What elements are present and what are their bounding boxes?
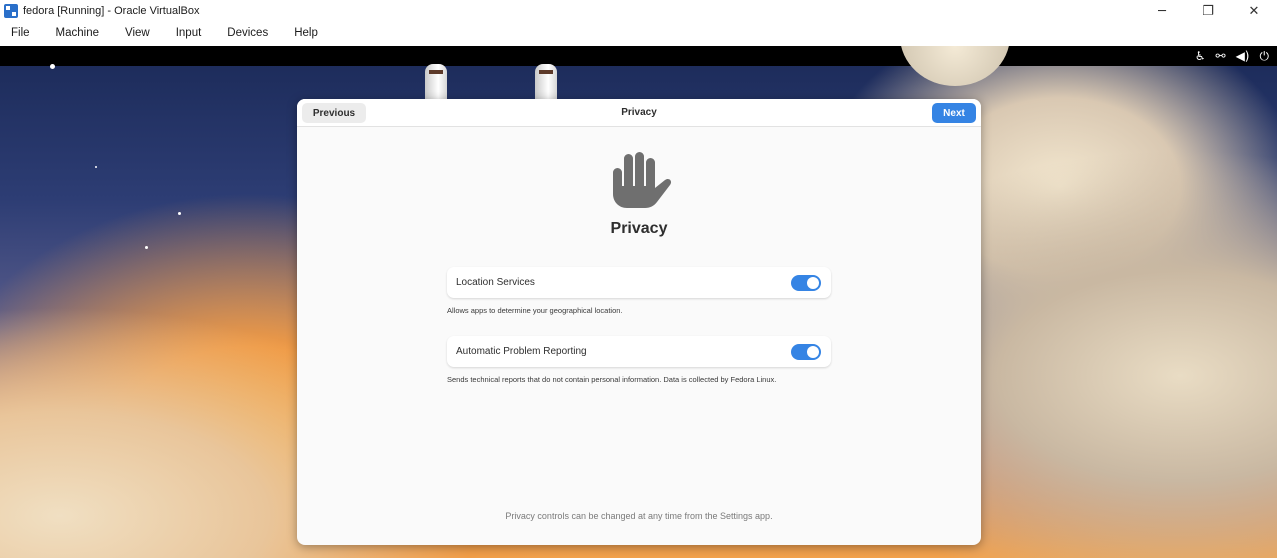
location-services-description: Allows apps to determine your geographic… [447, 306, 623, 315]
menu-file[interactable]: File [11, 27, 30, 39]
menu-devices[interactable]: Devices [227, 27, 268, 39]
wallpaper-star [178, 212, 181, 215]
menu-bar: File Machine View Input Devices Help [0, 22, 1277, 44]
problem-reporting-toggle[interactable] [791, 344, 821, 360]
window-titlebar: fedora [Running] - Oracle VirtualBox ─ ❐… [0, 0, 1277, 22]
menu-help[interactable]: Help [294, 27, 318, 39]
restore-button[interactable]: ❐ [1185, 0, 1231, 22]
menu-machine[interactable]: Machine [56, 27, 99, 39]
accessibility-icon[interactable]: ♿ [1195, 46, 1206, 66]
close-button[interactable]: ✕ [1231, 0, 1277, 22]
footer-note: Privacy controls can be changed at any t… [505, 511, 773, 521]
problem-reporting-description: Sends technical reports that do not cont… [447, 375, 777, 384]
wallpaper-star [50, 64, 55, 69]
page-title: Privacy [610, 220, 668, 237]
volume-icon[interactable]: ◀) [1236, 46, 1250, 66]
location-services-row: Location Services [447, 267, 831, 298]
dialog-header: Privacy Previous Next [297, 99, 981, 127]
previous-button[interactable]: Previous [302, 103, 366, 123]
system-tray: ♿ ⚯ ◀) ⏻ [1195, 46, 1269, 66]
privacy-dialog: Privacy Previous Next Privacy Location S… [297, 99, 981, 545]
power-icon[interactable]: ⏻ [1260, 46, 1270, 66]
header-title: Privacy [621, 107, 657, 118]
window-title: fedora [Running] - Oracle VirtualBox [23, 5, 200, 17]
virtualbox-app-icon [4, 4, 18, 18]
problem-reporting-row: Automatic Problem Reporting [447, 336, 831, 367]
menu-input[interactable]: Input [176, 27, 202, 39]
window-controls: ─ ❐ ✕ [1139, 0, 1277, 22]
minimize-button[interactable]: ─ [1139, 0, 1185, 22]
wallpaper-star [95, 166, 97, 168]
problem-reporting-label: Automatic Problem Reporting [456, 346, 587, 357]
wallpaper-star [145, 246, 148, 249]
privacy-hand-icon [613, 152, 672, 208]
toggle-knob [807, 277, 819, 289]
location-services-toggle[interactable] [791, 275, 821, 291]
next-button[interactable]: Next [932, 103, 976, 123]
menu-view[interactable]: View [125, 27, 150, 39]
network-icon[interactable]: ⚯ [1216, 46, 1226, 66]
toggle-knob [807, 346, 819, 358]
wallpaper-moon [900, 46, 1010, 86]
gnome-top-bar: ♿ ⚯ ◀) ⏻ [0, 46, 1277, 66]
location-services-label: Location Services [456, 277, 535, 288]
